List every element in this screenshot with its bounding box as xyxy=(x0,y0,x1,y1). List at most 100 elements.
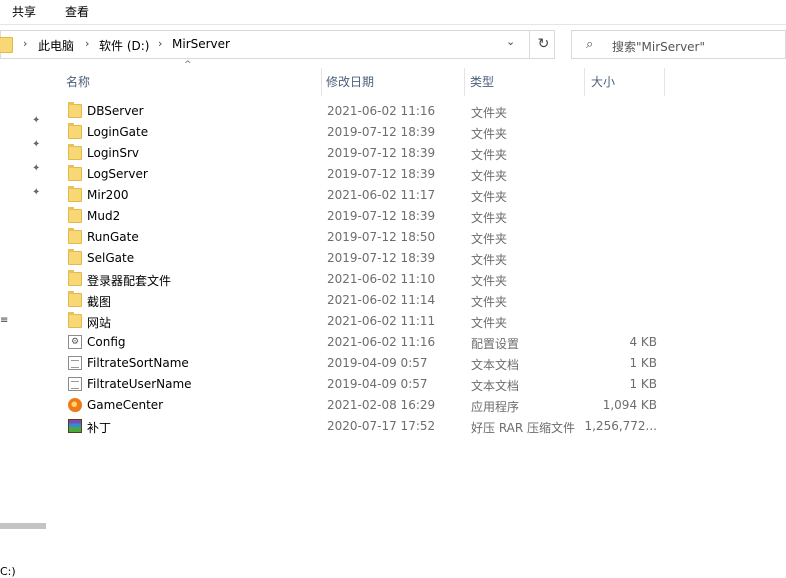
file-date: 2019-07-12 18:39 xyxy=(327,251,436,265)
tab-share[interactable]: 共享 xyxy=(12,3,36,20)
nav-item-edge[interactable]: ≡ xyxy=(0,315,8,326)
file-type: 好压 RAR 压缩文件 xyxy=(471,421,576,435)
file-row[interactable]: 截图 2021-06-02 11:14 文件夹 xyxy=(60,290,786,311)
column-date[interactable]: 修改日期 xyxy=(326,73,374,90)
file-name: FiltrateUserName xyxy=(87,377,192,391)
chevron-right-icon[interactable]: › xyxy=(23,37,27,50)
pin-icon[interactable]: ✦ xyxy=(32,188,41,198)
file-size: 1 KB xyxy=(629,356,657,370)
file-row[interactable]: RunGate 2019-07-12 18:50 文件夹 xyxy=(60,227,786,248)
file-date: 2019-07-12 18:39 xyxy=(327,146,436,160)
file-type: 文件夹 xyxy=(471,106,508,120)
file-name: Config xyxy=(87,335,126,349)
file-row[interactable]: LoginGate 2019-07-12 18:39 文件夹 xyxy=(60,122,786,143)
chevron-down-icon[interactable]: ⌄ xyxy=(506,35,515,48)
search-box[interactable]: ⌕ 搜索"MirServer" xyxy=(571,30,786,59)
search-icon: ⌕ xyxy=(586,37,594,52)
file-type: 文本文档 xyxy=(471,358,520,372)
column-size[interactable]: 大小 xyxy=(591,73,615,90)
file-name: LogServer xyxy=(87,167,148,181)
folder-icon xyxy=(68,186,82,202)
file-row[interactable]: 补丁 2020-07-17 17:52 好压 RAR 压缩文件 1,256,772..… xyxy=(60,416,786,437)
horizontal-scrollbar[interactable] xyxy=(0,523,46,529)
column-divider[interactable] xyxy=(321,68,322,96)
file-name: Mir200 xyxy=(87,188,129,202)
file-name: GameCenter xyxy=(87,398,164,412)
address-bar[interactable]: › 此电脑 › 软件 (D:) › MirServer ⌄ ↻ xyxy=(0,30,555,59)
folder-icon xyxy=(68,291,82,307)
file-row[interactable]: GameCenter 2021-02-08 16:29 应用程序 1,094 KB xyxy=(60,395,786,416)
folder-icon xyxy=(68,312,82,328)
file-type: 文件夹 xyxy=(471,253,508,267)
column-divider[interactable] xyxy=(584,68,585,96)
file-row[interactable]: FiltrateSortName 2019-04-09 0:57 文本文档 1 KB xyxy=(60,353,786,374)
file-type: 配置设置 xyxy=(471,337,520,351)
breadcrumb-drive-d[interactable]: 软件 (D:) xyxy=(99,37,149,54)
file-type: 应用程序 xyxy=(471,400,520,414)
file-row[interactable]: DBServer 2021-06-02 11:16 文件夹 xyxy=(60,101,786,122)
column-name[interactable]: 名称 xyxy=(66,73,90,90)
folder-icon xyxy=(68,102,82,118)
file-row[interactable]: Mir200 2021-06-02 11:17 文件夹 xyxy=(60,185,786,206)
folder-icon xyxy=(0,37,13,53)
file-size: 1,094 KB xyxy=(602,398,657,412)
file-date: 2021-06-02 11:14 xyxy=(327,293,436,307)
text-file-icon xyxy=(68,356,82,370)
folder-icon xyxy=(68,249,82,265)
folder-icon xyxy=(68,228,82,244)
file-row[interactable]: 登录器配套文件 2021-06-02 11:10 文件夹 xyxy=(60,269,786,290)
file-date: 2019-04-09 0:57 xyxy=(327,377,428,391)
file-type: 文件夹 xyxy=(471,316,508,330)
column-divider[interactable] xyxy=(664,68,665,96)
column-header: ^ 名称 修改日期 类型 大小 xyxy=(60,60,786,100)
file-row[interactable]: Mud2 2019-07-12 18:39 文件夹 xyxy=(60,206,786,227)
file-name: 补丁 xyxy=(87,421,112,435)
navigation-pane: ✦ ✦ ✦ ✦ ≡ C:) xyxy=(0,60,47,578)
pin-icon[interactable]: ✦ xyxy=(32,140,41,150)
file-size: 1,256,772... xyxy=(584,419,657,433)
file-date: 2021-06-02 11:16 xyxy=(327,104,436,118)
file-row[interactable]: FiltrateUserName 2019-04-09 0:57 文本文档 1 KB xyxy=(60,374,786,395)
file-name: SelGate xyxy=(87,251,135,265)
file-date: 2019-07-12 18:39 xyxy=(327,167,436,181)
column-divider[interactable] xyxy=(464,68,465,96)
file-name: FiltrateSortName xyxy=(87,356,189,370)
chevron-right-icon[interactable]: › xyxy=(158,37,162,50)
file-row[interactable]: LoginSrv 2019-07-12 18:39 文件夹 xyxy=(60,143,786,164)
tab-view[interactable]: 查看 xyxy=(65,3,89,20)
file-name: LoginGate xyxy=(87,125,149,139)
file-name: 截图 xyxy=(87,295,112,309)
chevron-right-icon[interactable]: › xyxy=(85,37,89,50)
file-type: 文件夹 xyxy=(471,148,508,162)
file-row[interactable]: SelGate 2019-07-12 18:39 文件夹 xyxy=(60,248,786,269)
file-date: 2021-06-02 11:16 xyxy=(327,335,436,349)
column-type[interactable]: 类型 xyxy=(470,73,494,90)
pin-icon[interactable]: ✦ xyxy=(32,116,41,126)
breadcrumb-mirserver[interactable]: MirServer xyxy=(172,37,230,51)
file-size: 1 KB xyxy=(629,377,657,391)
pin-icon[interactable]: ✦ xyxy=(32,164,41,174)
file-row[interactable]: 网站 2021-06-02 11:11 文件夹 xyxy=(60,311,786,332)
file-row[interactable]: LogServer 2019-07-12 18:39 文件夹 xyxy=(60,164,786,185)
folder-icon xyxy=(68,270,82,286)
refresh-button[interactable]: ↻ xyxy=(529,31,557,58)
sort-ascending-icon: ^ xyxy=(184,60,192,70)
file-type: 文件夹 xyxy=(471,127,508,141)
breadcrumb-this-pc[interactable]: 此电脑 xyxy=(38,37,74,54)
archive-icon xyxy=(68,419,82,433)
nav-item-drive-c[interactable]: C:) xyxy=(0,565,16,578)
file-name: 登录器配套文件 xyxy=(87,274,172,288)
application-icon xyxy=(68,398,82,412)
file-name: DBServer xyxy=(87,104,144,118)
file-date: 2019-04-09 0:57 xyxy=(327,356,428,370)
file-size: 4 KB xyxy=(629,335,657,349)
file-name: 网站 xyxy=(87,316,112,330)
file-row[interactable]: Config 2021-06-02 11:16 配置设置 4 KB xyxy=(60,332,786,353)
search-input[interactable]: 搜索"MirServer" xyxy=(612,38,705,55)
file-type: 文本文档 xyxy=(471,379,520,393)
ribbon: 共享 查看 xyxy=(0,0,786,25)
folder-icon xyxy=(68,123,82,139)
config-file-icon xyxy=(68,335,82,349)
file-type: 文件夹 xyxy=(471,169,508,183)
folder-icon xyxy=(68,165,82,181)
